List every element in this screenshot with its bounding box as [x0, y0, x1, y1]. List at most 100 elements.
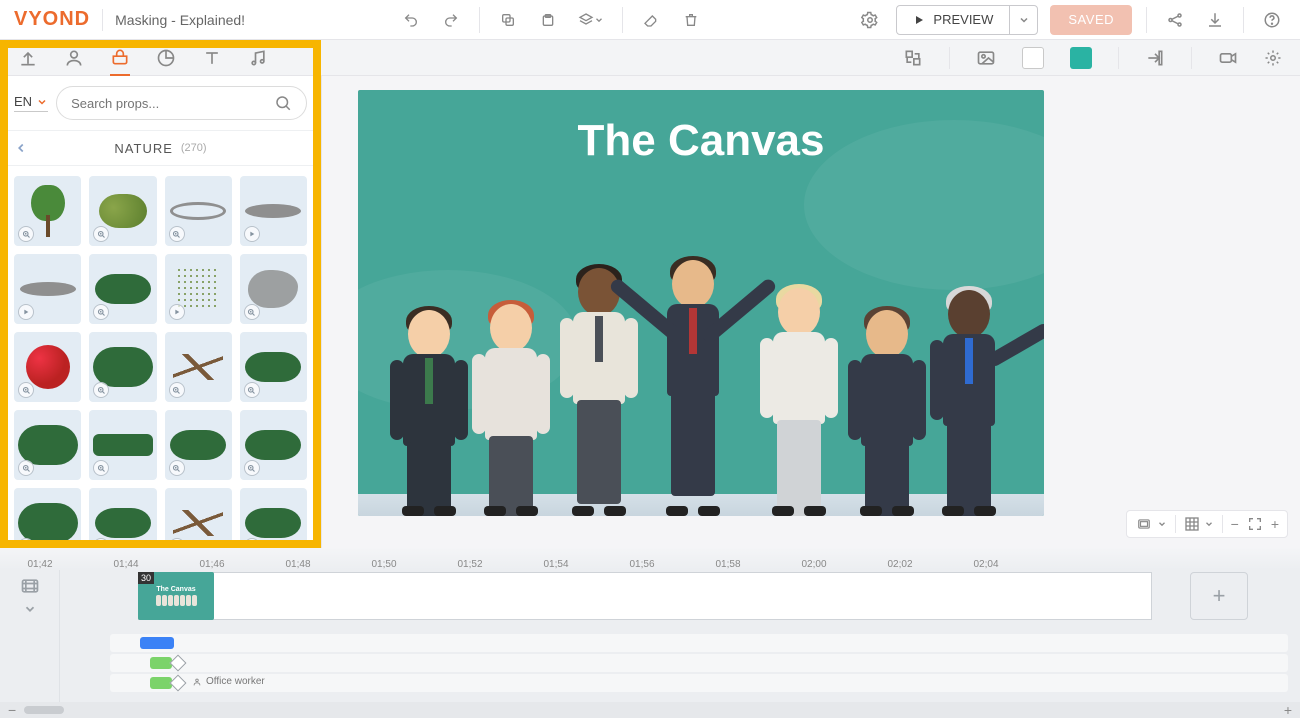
trap-closed-prop[interactable] [240, 176, 307, 246]
object-track1[interactable] [110, 654, 1288, 672]
preview-dropdown[interactable] [1009, 6, 1037, 34]
time-ruler[interactable]: 01;4201;4401;4601;4801;5001;5201;5401;56… [0, 548, 1300, 570]
audio-track[interactable] [110, 634, 1288, 652]
redo-icon[interactable] [437, 6, 465, 34]
scene-number-badge: 30 [138, 572, 154, 584]
copy-icon[interactable] [494, 6, 522, 34]
yellow-bush-prop[interactable] [89, 176, 156, 246]
background-color-white[interactable] [1022, 47, 1044, 69]
category-name: NATURE [114, 141, 172, 156]
man-arms-up-center[interactable] [648, 260, 738, 516]
brand-logo[interactable]: VYOND [14, 8, 90, 31]
scroll-thumb[interactable] [24, 706, 64, 714]
scene-duration-block[interactable] [138, 572, 1152, 620]
search-input[interactable] [71, 96, 266, 111]
filmstrip-icon[interactable] [20, 576, 40, 596]
zoom-badge-icon [169, 382, 185, 398]
shrub4-prop[interactable] [240, 410, 307, 480]
canvas-area[interactable]: The Canvas − + [322, 76, 1300, 548]
background-color-teal[interactable] [1070, 47, 1092, 69]
time-mark: 01;54 [543, 559, 568, 570]
horizontal-scrollbar[interactable]: − + [0, 702, 1300, 718]
spores-prop[interactable] [165, 254, 232, 324]
shrub3-prop[interactable] [165, 410, 232, 480]
woman-brown-suit[interactable] [842, 310, 932, 516]
stage[interactable]: The Canvas [358, 90, 1044, 516]
hedge-prop[interactable] [89, 410, 156, 480]
saved-button[interactable]: SAVED [1050, 5, 1132, 35]
viewport-mode-icon[interactable] [1135, 517, 1167, 531]
green-bush-prop[interactable] [89, 254, 156, 324]
scene-settings-icon[interactable] [1264, 49, 1282, 67]
zoom-in-icon[interactable]: + [1271, 516, 1279, 532]
camera-icon[interactable] [1218, 48, 1238, 68]
branch-prop[interactable] [165, 332, 232, 402]
scene-thumbnail[interactable]: 30The Canvas [138, 572, 214, 620]
layers-icon[interactable] [574, 6, 608, 34]
trap-open-prop[interactable] [165, 176, 232, 246]
shrub5-prop[interactable] [14, 488, 81, 548]
search-icon [274, 94, 292, 112]
zoom-badge-icon [169, 460, 185, 476]
download-icon[interactable] [1201, 6, 1229, 34]
undo-icon[interactable] [397, 6, 425, 34]
chart-tab-icon[interactable] [156, 40, 176, 76]
preview-button[interactable]: PREVIEW [897, 6, 1009, 34]
character-tab-icon[interactable] [64, 40, 84, 76]
eraser-icon[interactable] [637, 6, 665, 34]
shrub7-prop[interactable] [240, 488, 307, 548]
canvas-view-controls: − + [1126, 510, 1288, 538]
object-track2[interactable]: Office worker [110, 674, 1288, 692]
woman-blonde[interactable] [754, 288, 844, 516]
keyframe-diamond-icon[interactable] [170, 655, 187, 672]
upload-tab-icon[interactable] [18, 40, 38, 76]
scroll-plus-icon[interactable]: + [1284, 702, 1292, 718]
trash-icon[interactable] [677, 6, 705, 34]
zoom-badge-icon [244, 460, 260, 476]
settings-icon[interactable] [856, 6, 884, 34]
shrub6-prop[interactable] [89, 488, 156, 548]
woman-red-hair[interactable] [466, 304, 556, 516]
enter-transition-icon[interactable] [1145, 48, 1165, 68]
time-mark: 02;02 [887, 559, 912, 570]
stage-title: The Canvas [358, 116, 1044, 166]
scroll-minus-icon[interactable]: − [8, 702, 16, 718]
props-tab-icon[interactable] [110, 40, 130, 76]
people-group [358, 246, 1044, 516]
zoom-badge-icon [93, 382, 109, 398]
help-icon[interactable] [1258, 6, 1286, 34]
track-segment[interactable] [140, 637, 174, 649]
search-box[interactable] [56, 86, 307, 120]
shrub1-prop[interactable] [240, 332, 307, 402]
man-wave-blue-tie[interactable] [924, 290, 1014, 516]
collapse-chevron-icon[interactable] [23, 602, 37, 616]
tracks-area[interactable]: 30The Canvas + Office worker [98, 570, 1300, 702]
tree-prop[interactable] [14, 176, 81, 246]
flowers-prop[interactable] [14, 332, 81, 402]
grid-mode-icon[interactable] [1184, 516, 1214, 532]
keyframe-diamond-icon[interactable] [170, 675, 187, 692]
shrub2-prop[interactable] [14, 410, 81, 480]
man-suit-green-tie[interactable] [384, 310, 474, 516]
audio-tab-icon[interactable] [248, 40, 268, 76]
category-back-icon[interactable] [14, 141, 28, 155]
swap-icon[interactable] [903, 48, 923, 68]
asset-panel: EN NATURE (270) [0, 76, 322, 548]
add-scene-button[interactable]: + [1190, 572, 1248, 620]
text-tab-icon[interactable] [202, 40, 222, 76]
project-title[interactable]: Masking - Explained! [115, 12, 245, 28]
language-selector[interactable]: EN [14, 94, 48, 112]
zoom-out-icon[interactable]: − [1231, 516, 1239, 532]
dense-bush-prop[interactable] [89, 332, 156, 402]
image-bg-icon[interactable] [976, 48, 996, 68]
time-mark: 01;46 [199, 559, 224, 570]
share-icon[interactable] [1161, 6, 1189, 34]
rock-prop[interactable] [240, 254, 307, 324]
time-mark: 01;56 [629, 559, 654, 570]
fallen-branch-prop[interactable] [165, 488, 232, 548]
prop-grid[interactable] [0, 166, 321, 548]
zoom-badge-icon [93, 304, 109, 320]
fit-screen-icon[interactable] [1247, 516, 1263, 532]
paste-icon[interactable] [534, 6, 562, 34]
trap-alt-prop[interactable] [14, 254, 81, 324]
